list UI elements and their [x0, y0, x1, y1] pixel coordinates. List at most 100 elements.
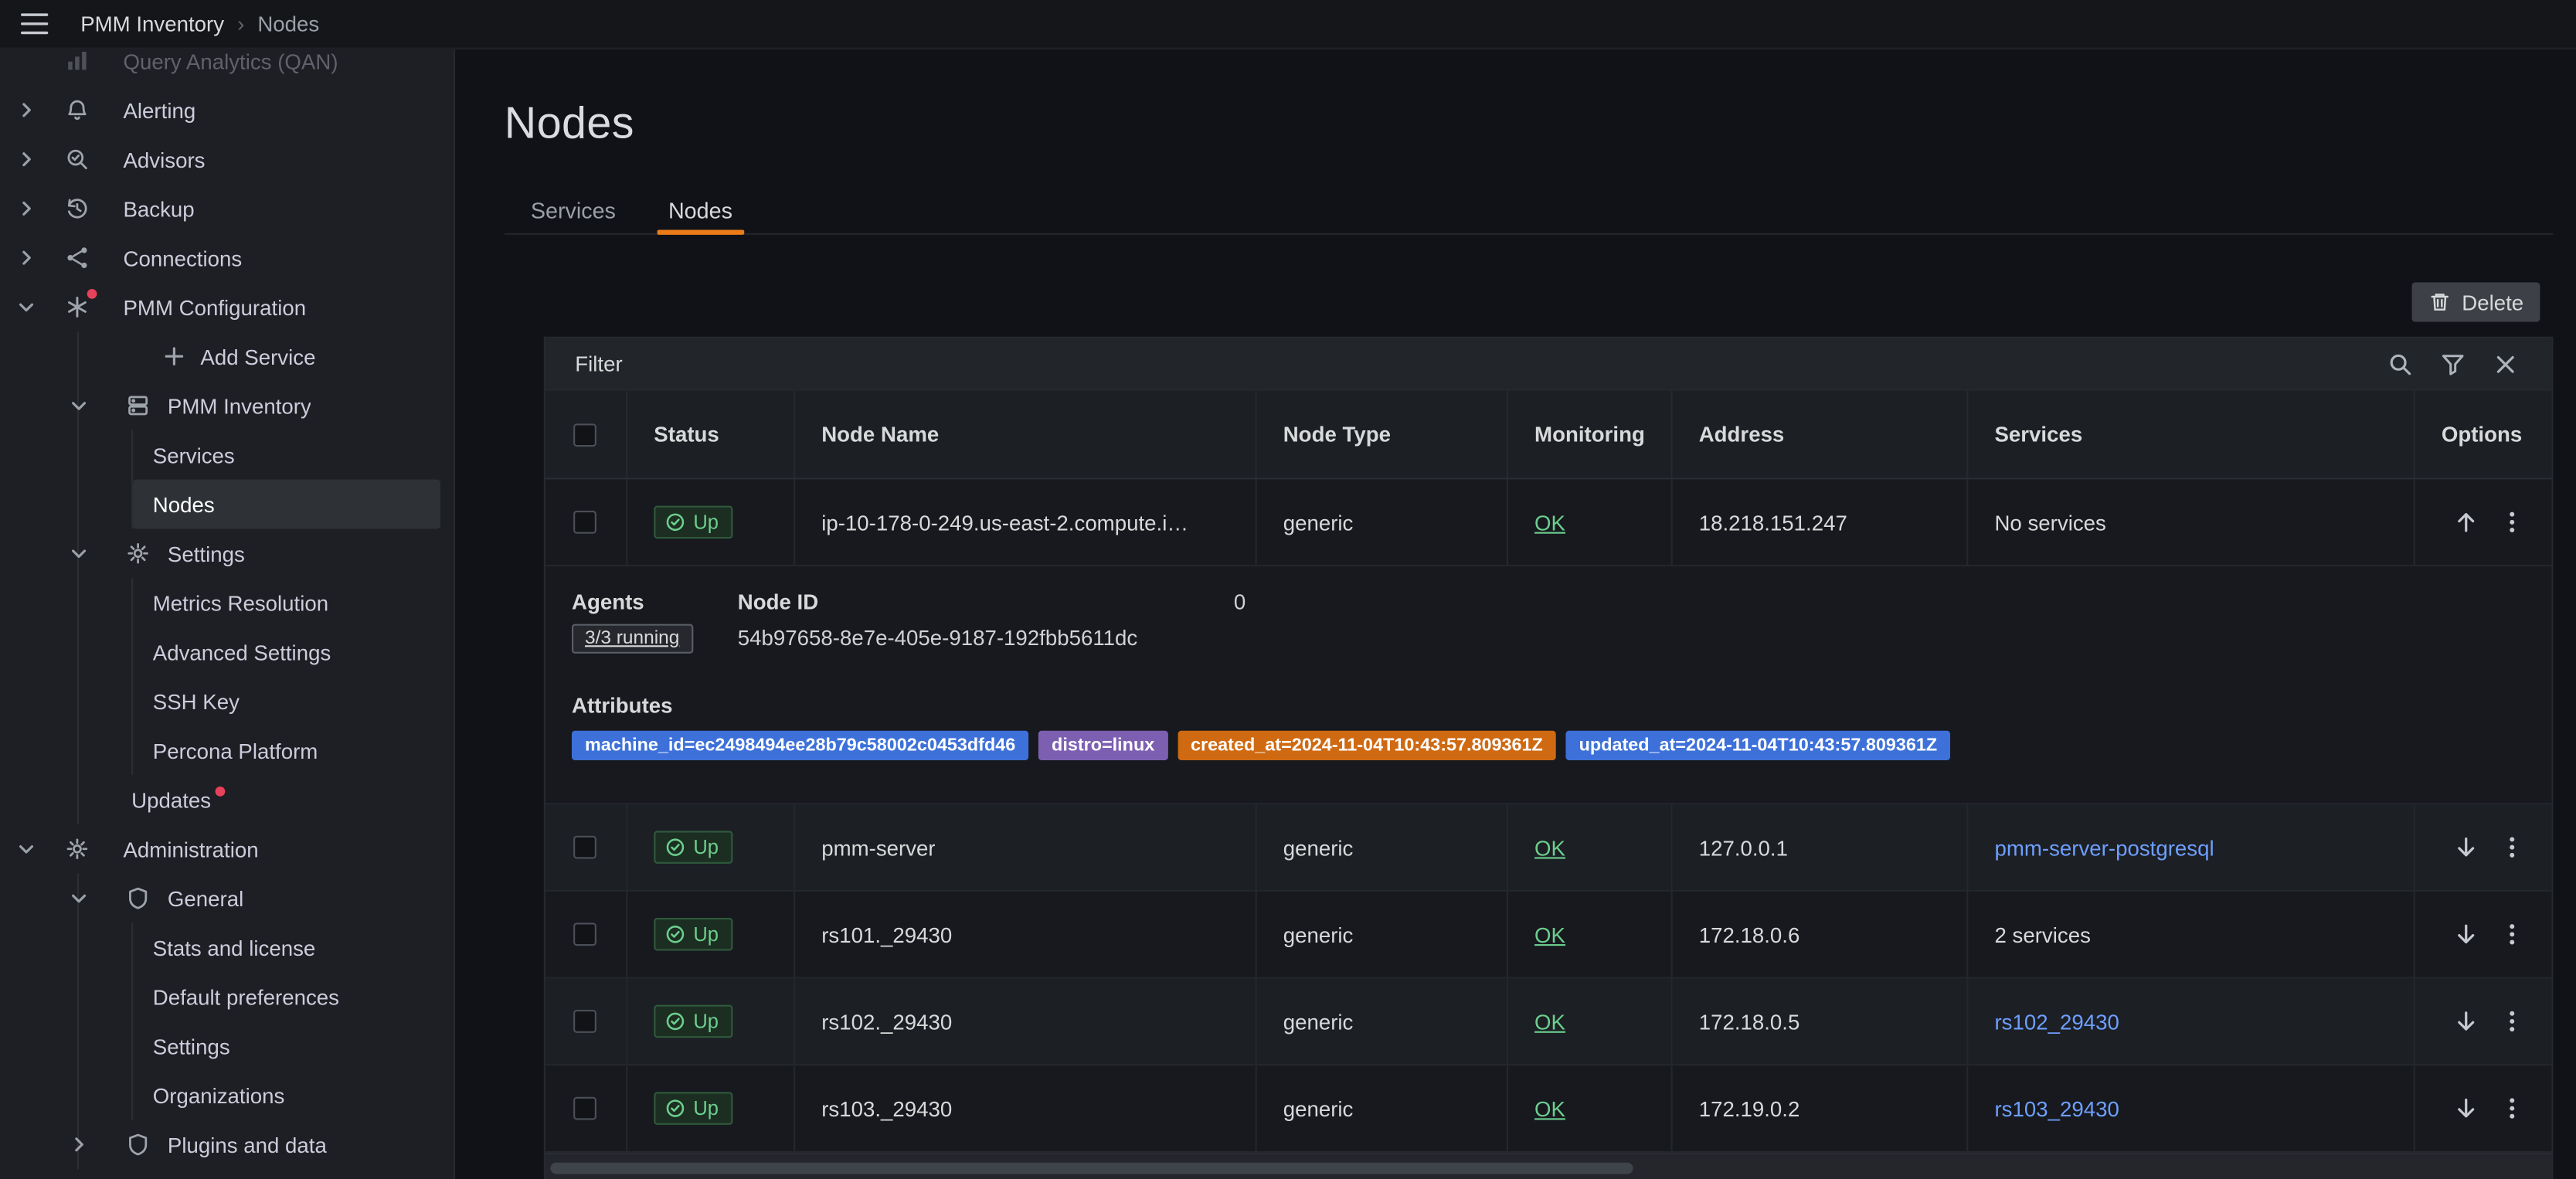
- chevron-right-icon[interactable]: [10, 199, 43, 219]
- attributes-label: Attributes: [572, 693, 2525, 718]
- sidebar-item-plugins-and-data[interactable]: Plugins and data: [0, 1120, 454, 1169]
- chevron-down-icon[interactable]: [64, 888, 93, 909]
- agents-running-link[interactable]: 3/3 running: [572, 624, 692, 654]
- sidebar-item-administration[interactable]: Administration: [0, 824, 454, 874]
- sidebar-item-general[interactable]: General: [0, 874, 454, 923]
- kebab-icon: [2499, 1008, 2525, 1035]
- table-row: Up rs101._29430 generic OK 172.18.0.6 2 …: [545, 892, 2551, 979]
- sidebar-item-pmm-inventory[interactable]: PMM Inventory: [0, 381, 454, 430]
- node-name-cell: rs103._29430: [795, 1065, 1257, 1151]
- notification-dot: [87, 289, 97, 299]
- table-row: Up rs102._29430 generic OK 172.18.0.5 rs…: [545, 979, 2551, 1066]
- row-checkbox[interactable]: [573, 511, 596, 534]
- sidebar-item-backup[interactable]: Backup: [0, 184, 454, 233]
- monitoring-ok-link[interactable]: OK: [1534, 1096, 1565, 1121]
- chevron-down-icon[interactable]: [10, 297, 43, 318]
- history-icon: [64, 195, 90, 222]
- attribute-badge: updated_at=2024-11-04T10:43:57.809361Z: [1566, 731, 1951, 760]
- sidebar-item-settings-admin[interactable]: Settings: [0, 1021, 454, 1071]
- delete-button[interactable]: Delete: [2412, 283, 2540, 322]
- service-link[interactable]: rs102_29430: [1994, 1009, 2119, 1034]
- scrollbar-thumb[interactable]: [550, 1162, 1633, 1174]
- sidebar-item-stats-and-license[interactable]: Stats and license: [0, 922, 454, 972]
- row-menu-button[interactable]: [2499, 509, 2525, 535]
- horizontal-scrollbar[interactable]: [545, 1153, 2551, 1179]
- chevron-down-icon[interactable]: [10, 839, 43, 859]
- shield-icon: [125, 885, 151, 912]
- row-menu-button[interactable]: [2499, 1008, 2525, 1035]
- attribute-badge: distro=linux: [1038, 731, 1167, 760]
- kebab-icon: [2499, 834, 2525, 861]
- sidebar: Query Analytics (QAN) Alerting Advisors …: [0, 49, 455, 1179]
- sidebar-item-services[interactable]: Services: [0, 430, 454, 480]
- monitoring-ok-link[interactable]: OK: [1534, 922, 1565, 946]
- nodes-table: Filter Status Node Name Node Type Monito…: [544, 337, 2554, 1179]
- server-stack-icon: [125, 392, 151, 419]
- sidebar-item-default-preferences[interactable]: Default preferences: [0, 972, 454, 1021]
- chevron-down-icon[interactable]: [64, 543, 93, 563]
- sidebar-item-ssh-key[interactable]: SSH Key: [0, 677, 454, 726]
- chevron-right-icon[interactable]: [10, 100, 43, 121]
- col-header-address: Address: [1673, 391, 1969, 478]
- sidebar-item-add-service[interactable]: Add Service: [0, 331, 454, 381]
- arrow-down-icon: [2453, 1096, 2479, 1122]
- node-id-value: 54b97658-8e7e-405e-9187-192fbb5611dc: [738, 626, 1234, 651]
- node-name-cell: rs102._29430: [795, 979, 1257, 1065]
- table-header-row: Status Node Name Node Type Monitoring Ad…: [545, 391, 2551, 480]
- tab-services[interactable]: Services: [505, 189, 642, 233]
- sidebar-item-advanced-settings[interactable]: Advanced Settings: [0, 627, 454, 677]
- sidebar-item-connections[interactable]: Connections: [0, 233, 454, 283]
- status-badge: Up: [654, 918, 733, 951]
- expand-row-button[interactable]: [2453, 921, 2479, 947]
- monitoring-ok-link[interactable]: OK: [1534, 510, 1565, 535]
- agents-label: Agents: [572, 590, 738, 614]
- row-checkbox[interactable]: [573, 1010, 596, 1033]
- col-header-node-name: Node Name: [795, 391, 1257, 478]
- filter-bar: Filter: [545, 338, 2551, 391]
- row-menu-button[interactable]: [2499, 1096, 2525, 1122]
- breadcrumb-root[interactable]: PMM Inventory: [80, 12, 224, 36]
- sidebar-item-organizations[interactable]: Organizations: [0, 1071, 454, 1120]
- node-name-cell: rs101._29430: [795, 892, 1257, 977]
- tabs-bar: Services Nodes: [505, 189, 2554, 235]
- chevron-down-icon[interactable]: [64, 396, 93, 416]
- monitoring-ok-link[interactable]: OK: [1534, 835, 1565, 860]
- sidebar-item-advisors[interactable]: Advisors: [0, 134, 454, 184]
- arrow-down-icon: [2453, 921, 2479, 947]
- expand-row-button[interactable]: [2453, 1096, 2479, 1122]
- sidebar-item-alerting[interactable]: Alerting: [0, 86, 454, 135]
- service-link[interactable]: pmm-server-postgresql: [1994, 835, 2214, 860]
- gear-icon: [64, 836, 90, 862]
- sidebar-item-updates[interactable]: Updates: [0, 775, 454, 824]
- row-checkbox[interactable]: [573, 1097, 596, 1120]
- expand-row-button[interactable]: [2453, 834, 2479, 861]
- chevron-right-icon[interactable]: [10, 149, 43, 169]
- sidebar-item-nodes[interactable]: Nodes: [133, 480, 440, 529]
- row-menu-button[interactable]: [2499, 921, 2525, 947]
- filter-funnel-icon[interactable]: [2440, 351, 2466, 377]
- tab-nodes[interactable]: Nodes: [642, 189, 759, 233]
- select-all-checkbox[interactable]: [573, 423, 596, 446]
- sidebar-item-query-analytics[interactable]: Query Analytics (QAN): [0, 49, 454, 86]
- bar-chart-icon: [64, 49, 90, 74]
- collapse-row-button[interactable]: [2453, 509, 2479, 535]
- sidebar-item-metrics-resolution[interactable]: Metrics Resolution: [0, 578, 454, 627]
- expand-row-button[interactable]: [2453, 1008, 2479, 1035]
- breadcrumb-separator: ›: [237, 12, 244, 36]
- close-icon[interactable]: [2493, 351, 2519, 377]
- sidebar-item-percona-platform[interactable]: Percona Platform: [0, 725, 454, 775]
- row-checkbox[interactable]: [573, 922, 596, 946]
- chevron-right-icon[interactable]: [64, 1135, 93, 1155]
- row-menu-button[interactable]: [2499, 834, 2525, 861]
- service-link[interactable]: rs103_29430: [1994, 1096, 2119, 1121]
- chevron-right-icon[interactable]: [10, 248, 43, 268]
- search-icon[interactable]: [2387, 351, 2414, 377]
- menu-toggle-button[interactable]: [20, 12, 49, 36]
- col-header-services: Services: [1968, 391, 2415, 478]
- sidebar-item-settings[interactable]: Settings: [0, 528, 454, 578]
- monitoring-ok-link[interactable]: OK: [1534, 1009, 1565, 1034]
- pmm-app: PMM Inventory › Nodes Query Analytics (Q…: [0, 0, 2576, 1179]
- row-checkbox[interactable]: [573, 836, 596, 859]
- sidebar-item-pmm-configuration[interactable]: PMM Configuration: [0, 283, 454, 332]
- arrow-down-icon: [2453, 834, 2479, 861]
